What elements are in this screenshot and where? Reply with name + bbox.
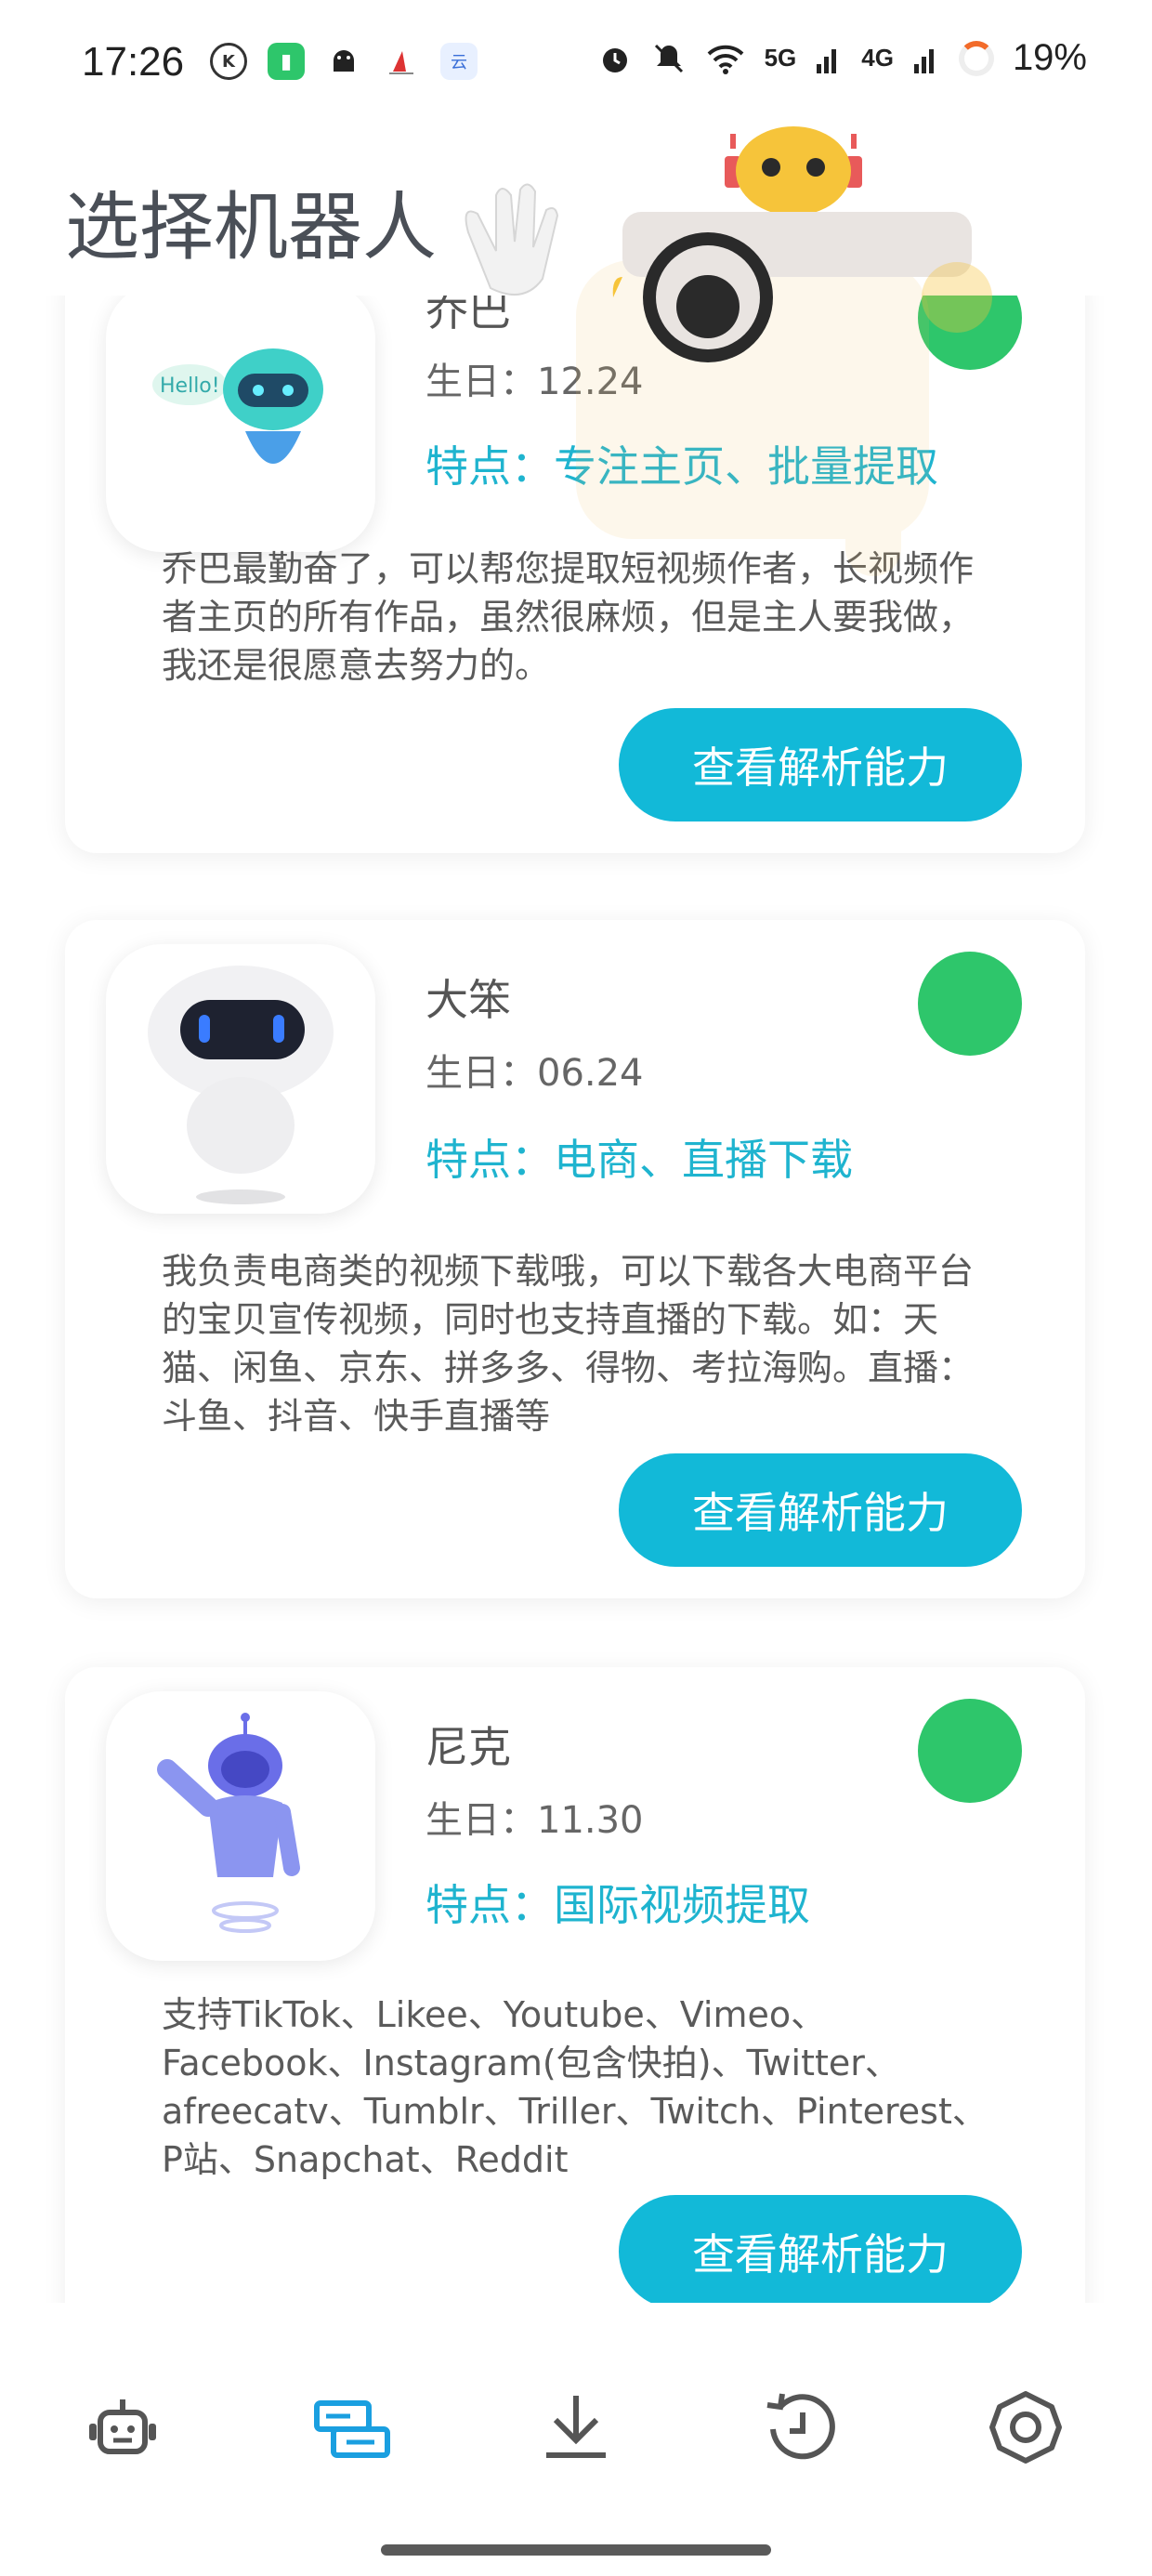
robot-birthday: 生日：11.30 — [425, 1799, 644, 1842]
robot-avatar: Hello! — [106, 296, 375, 552]
svg-text:Hello!: Hello! — [160, 375, 220, 398]
robot-card[interactable]: 大笨 生日：06.24 特点：电商、直播下载 我负责电商类的视频下载哦，可以下载… — [65, 920, 1085, 1598]
robot-name: 尼克 — [425, 1722, 511, 1772]
bottom-navigation — [0, 2303, 1152, 2576]
robot-birthday: 生日：06.24 — [425, 1052, 644, 1095]
signal-icon — [817, 48, 837, 73]
view-parse-ability-button[interactable]: 查看解析能力 — [619, 2195, 1022, 2303]
home-indicator[interactable] — [381, 2544, 771, 2556]
robot-avatar — [106, 944, 375, 1214]
nav-settings[interactable] — [970, 2372, 1081, 2483]
nav-robot[interactable] — [67, 2372, 178, 2483]
history-icon — [766, 2393, 835, 2460]
android-icon — [325, 43, 362, 80]
k-circle-icon: K — [210, 43, 247, 80]
robot-avatar — [106, 1691, 375, 1961]
wifi-icon — [707, 45, 743, 74]
nav-parse[interactable] — [295, 2372, 407, 2483]
download-icon — [546, 2396, 606, 2458]
battery-percent: 19% — [1012, 37, 1087, 78]
robot-description: 我负责电商类的视频下载哦，可以下载各大电商平台的宝贝宣传视频，同时也支持直播的下… — [162, 1251, 975, 1437]
hero-robot-illustration — [465, 126, 992, 362]
status-indicator — [918, 1699, 1022, 1803]
network-5g-label: 5G — [764, 44, 797, 72]
mute-icon — [654, 44, 683, 72]
page-title: 选择机器人 — [65, 184, 437, 270]
robot-name: 大笨 — [425, 975, 511, 1025]
view-parse-ability-button[interactable]: 查看解析能力 — [619, 1453, 1022, 1567]
robot-card[interactable]: 尼克 生日：11.30 特点：国际视频提取 支持TikTok、Likee、You… — [65, 1667, 1085, 2303]
battery-ring-icon — [958, 40, 994, 76]
notification-icons: K ▮ 云 — [210, 43, 478, 80]
view-parse-ability-button[interactable]: 查看解析能力 — [619, 708, 1022, 821]
parse-cards-icon — [314, 2400, 390, 2458]
robot-feature: 特点：国际视频提取 — [425, 1880, 810, 1930]
network-4g-label: 4G — [861, 44, 894, 72]
nav-download[interactable] — [520, 2372, 632, 2483]
cloud-app-icon: 云 — [440, 43, 478, 80]
status-indicator — [918, 952, 1022, 1056]
settings-icon — [989, 2391, 1062, 2464]
nav-history[interactable] — [745, 2372, 857, 2483]
signal-icon-2 — [913, 48, 934, 73]
robot-feature: 特点：电商、直播下载 — [425, 1135, 853, 1185]
alarm-icon — [602, 47, 627, 72]
robot-description: 支持TikTok、Likee、Youtube、Vimeo、Facebook、In… — [162, 1994, 988, 2180]
battery-saver-icon: ▮ — [268, 43, 305, 80]
app-icon — [383, 43, 420, 80]
robot-icon — [89, 2399, 156, 2454]
status-time: 17:26 — [82, 39, 185, 85]
status-right: 5G 4G 19% — [597, 37, 1087, 79]
